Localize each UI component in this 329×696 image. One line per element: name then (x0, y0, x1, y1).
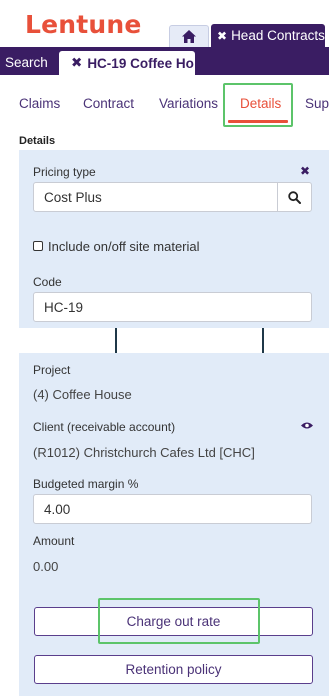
tab-variations[interactable]: Variations (159, 96, 218, 111)
project-value: (4) Coffee House (33, 387, 132, 402)
client-label: Client (receivable account) (33, 420, 176, 434)
amount-value: 0.00 (33, 559, 59, 574)
page: Lentune ✖ Head Contracts Search ✖ HC-19 … (0, 0, 329, 696)
details-tab-highlight (223, 83, 293, 127)
search-link[interactable]: Search (5, 55, 48, 70)
clear-icon[interactable]: ✖ (300, 164, 310, 178)
head-contracts-tab[interactable]: ✖ Head Contracts (211, 24, 325, 47)
lentune-logo[interactable]: Lentune (25, 10, 142, 39)
tab-supp[interactable]: Supp (305, 96, 329, 111)
retention-policy-button[interactable]: Retention policy (34, 655, 313, 684)
tab-claims[interactable]: Claims (19, 96, 60, 111)
charge-out-rate-highlight (98, 598, 260, 644)
pricing-type-field[interactable]: Cost Plus (33, 182, 278, 212)
document-tab-label: HC-19 Coffee Ho (87, 55, 194, 71)
project-panel (19, 353, 329, 696)
document-tab[interactable]: ✖ HC-19 Coffee Ho (59, 51, 195, 75)
code-field[interactable]: HC-19 (33, 292, 312, 322)
search-icon (288, 190, 301, 204)
budgeted-margin-field[interactable]: 4.00 (33, 494, 312, 524)
code-label: Code (33, 275, 62, 289)
include-material-checkbox[interactable] (33, 241, 43, 251)
head-contracts-label: Head Contracts (231, 28, 325, 43)
section-label: Details (19, 135, 56, 147)
top-bar: Search ✖ HC-19 Coffee Ho (0, 47, 329, 75)
project-label: Project (33, 363, 71, 377)
pricing-type-label: Pricing type (33, 165, 96, 179)
tab-contract[interactable]: Contract (83, 96, 134, 111)
home-icon (182, 30, 196, 43)
amount-label: Amount (33, 534, 75, 548)
pricing-type-search-button[interactable] (277, 182, 312, 212)
include-material-label: Include on/off site material (48, 239, 200, 254)
home-tab[interactable] (169, 25, 209, 47)
budgeted-margin-label: Budgeted margin % (33, 477, 139, 491)
close-icon[interactable]: ✖ (71, 55, 82, 71)
client-value: (R1012) Christchurch Cafes Ltd [CHC] (33, 445, 255, 460)
close-icon[interactable]: ✖ (217, 29, 227, 43)
eye-icon[interactable] (301, 421, 313, 430)
